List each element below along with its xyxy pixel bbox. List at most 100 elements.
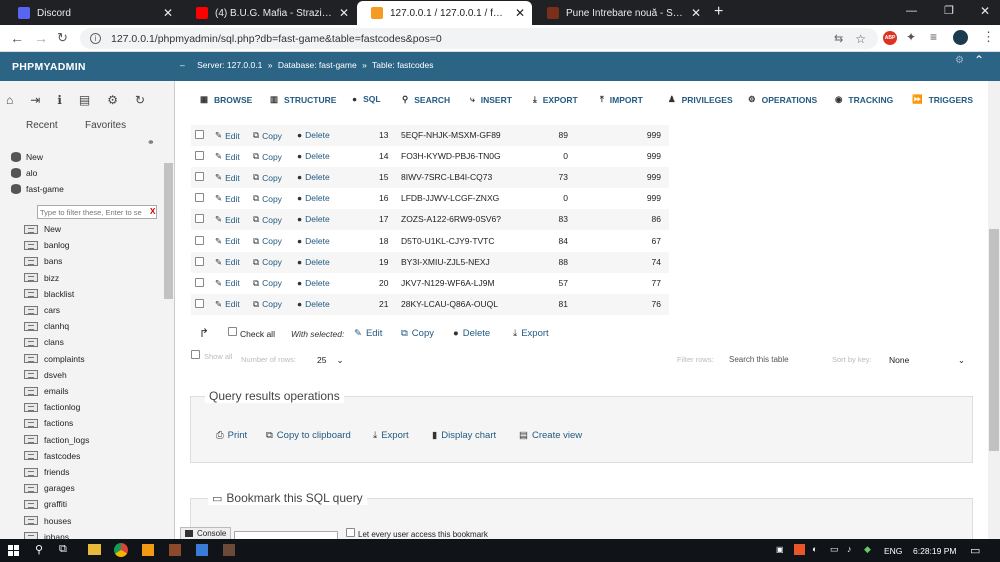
link-icon[interactable]: ⚭ [147, 137, 155, 148]
row-delete-link[interactable]: ● Delete [297, 278, 330, 288]
network-icon[interactable]: ▭ [830, 544, 839, 555]
sidebar-table-item[interactable]: blacklist [24, 289, 74, 299]
tree-new[interactable]: New [11, 152, 43, 162]
bulk-edit-button[interactable]: ✎ Edit [354, 328, 382, 339]
row-checkbox[interactable] [195, 151, 204, 161]
cell-value-b[interactable]: 999 [631, 172, 661, 182]
sidebar-table-item[interactable]: cars [24, 305, 60, 315]
cell-id[interactable]: 14 [379, 151, 388, 161]
clear-filter-button[interactable]: X [150, 207, 155, 216]
sidebar-table-item[interactable]: houses [24, 516, 71, 526]
app-icon[interactable] [196, 544, 208, 556]
cell-value-a[interactable]: 57 [541, 278, 568, 288]
row-delete-link[interactable]: ● Delete [297, 214, 330, 224]
tab-privileges[interactable]: ♟ PRIVILEGES [668, 94, 733, 105]
row-edit-link[interactable]: ✎ Edit [215, 130, 240, 141]
row-delete-link[interactable]: ● Delete [297, 257, 330, 267]
start-icon[interactable] [8, 545, 19, 556]
row-copy-link[interactable]: ⧉ Copy [253, 214, 282, 225]
minimize-icon[interactable]: — [906, 5, 917, 17]
cell-value-a[interactable]: 73 [541, 172, 568, 182]
sidebar-table-item[interactable]: New [24, 224, 61, 234]
create-view-button[interactable]: ▤ Create view [519, 430, 582, 441]
row-checkbox[interactable] [195, 193, 204, 203]
app-icon[interactable] [223, 544, 235, 556]
sublime-icon[interactable] [142, 544, 154, 556]
row-checkbox[interactable] [195, 172, 204, 182]
cell-code[interactable]: BY3I-XMIU-ZJL5-NEXJ [401, 257, 490, 267]
cell-id[interactable]: 21 [379, 299, 388, 309]
page-scrollbar-thumb[interactable] [989, 229, 999, 451]
sidebar-table-item[interactable]: ipbans [24, 532, 69, 539]
cell-value-a[interactable]: 84 [541, 236, 568, 246]
sidebar-table-item[interactable]: friends [24, 467, 70, 477]
cell-value-a[interactable]: 81 [541, 299, 568, 309]
tab-youtube[interactable]: (4) B.U.G. Mafia - Strazile feat. ✕ [182, 1, 356, 25]
breadcrumb-database[interactable]: Database: fast-game [278, 60, 357, 70]
sidebar-table-item[interactable]: garages [24, 483, 75, 493]
tab-browse[interactable]: ▦ BROWSE [200, 94, 252, 105]
cell-code[interactable]: 5EQF-NHJK-MSXM-GF89 [401, 130, 501, 140]
new-tab-button[interactable]: + [714, 3, 723, 21]
bookmark-star-icon[interactable]: ☆ [855, 32, 866, 46]
settings-gear-icon[interactable]: ⚙ [955, 55, 964, 66]
row-edit-link[interactable]: ✎ Edit [215, 214, 240, 225]
cell-value-a[interactable]: 88 [541, 257, 568, 267]
app-icon[interactable] [169, 544, 181, 556]
row-edit-link[interactable]: ✎ Edit [215, 278, 240, 289]
row-copy-link[interactable]: ⧉ Copy [253, 130, 282, 141]
sidebar-table-item[interactable]: complaints [24, 354, 85, 364]
tab-forum[interactable]: Pune Intrebare nouă - San Andre ✕ [533, 1, 708, 25]
profile-avatar[interactable] [953, 30, 968, 45]
cell-value-a[interactable]: 0 [541, 151, 568, 161]
language-indicator[interactable]: ENG [884, 546, 902, 556]
row-checkbox[interactable] [195, 298, 204, 308]
cell-id[interactable]: 19 [379, 257, 388, 267]
cell-value-b[interactable]: 77 [631, 278, 661, 288]
close-tab-icon[interactable]: ✕ [338, 6, 350, 20]
tree-db-fast-game[interactable]: fast-game [11, 184, 64, 194]
sidebar-scrollbar[interactable] [164, 163, 173, 299]
tab-structure[interactable]: ▥ STRUCTURE [270, 94, 336, 105]
cell-value-b[interactable]: 76 [631, 299, 661, 309]
close-window-icon[interactable]: ✕ [980, 4, 990, 18]
filter-rows-input[interactable]: Search this table [729, 355, 789, 364]
tab-import[interactable]: ⤒ IMPORT [600, 94, 643, 105]
row-copy-link[interactable]: ⧉ Copy [253, 236, 282, 247]
row-edit-link[interactable]: ✎ Edit [215, 257, 240, 268]
export-button[interactable]: ⤓ Export [373, 430, 409, 441]
search-icon[interactable]: ⚲ [35, 543, 43, 556]
cell-code[interactable]: D5T0-U1KL-CJY9-TVTC [401, 236, 495, 246]
bulk-export-button[interactable]: ⤓ Export [513, 328, 549, 339]
pma-logo[interactable]: PHPMYADMIN [12, 61, 86, 73]
sidebar-table-item[interactable]: factionlog [24, 402, 80, 412]
cell-code[interactable]: JKV7-N129-WF6A-LJ9M [401, 278, 495, 288]
tab-favorites[interactable]: Favorites [85, 120, 126, 131]
sidebar-table-item[interactable]: clans [24, 337, 64, 347]
row-copy-link[interactable]: ⧉ Copy [253, 299, 282, 310]
row-copy-link[interactable]: ⧉ Copy [253, 278, 282, 289]
info-icon[interactable]: i [90, 33, 101, 44]
tray-app-icon[interactable] [794, 544, 805, 555]
share-bookmark-checkbox[interactable] [346, 528, 355, 537]
sidebar-table-item[interactable]: clanhq [24, 321, 69, 331]
show-all-label[interactable]: Show all [204, 352, 232, 361]
row-copy-link[interactable]: ⧉ Copy [253, 257, 282, 268]
tab-export[interactable]: ⤓ EXPORT [533, 94, 578, 105]
sidebar-table-item[interactable]: graffiti [24, 499, 67, 509]
row-copy-link[interactable]: ⧉ Copy [253, 193, 282, 204]
print-button[interactable]: ⎙ Print [216, 430, 247, 441]
clock[interactable]: 6:28:19 PM [913, 546, 956, 556]
cell-id[interactable]: 15 [379, 172, 388, 182]
cell-value-a[interactable]: 89 [541, 130, 568, 140]
sidebar-table-item[interactable]: dsveh [24, 370, 67, 380]
check-all-checkbox[interactable] [228, 327, 237, 336]
rows-per-page-select[interactable]: 25 ⌄ [317, 355, 344, 366]
sidebar-table-item[interactable]: bans [24, 256, 62, 266]
row-delete-link[interactable]: ● Delete [297, 299, 330, 309]
table-filter-input[interactable]: Type to filter these, Enter to se [37, 205, 157, 219]
row-checkbox[interactable] [195, 277, 204, 287]
row-delete-link[interactable]: ● Delete [297, 193, 330, 203]
display-chart-button[interactable]: ▮ Display chart [432, 430, 496, 441]
row-edit-link[interactable]: ✎ Edit [215, 172, 240, 183]
